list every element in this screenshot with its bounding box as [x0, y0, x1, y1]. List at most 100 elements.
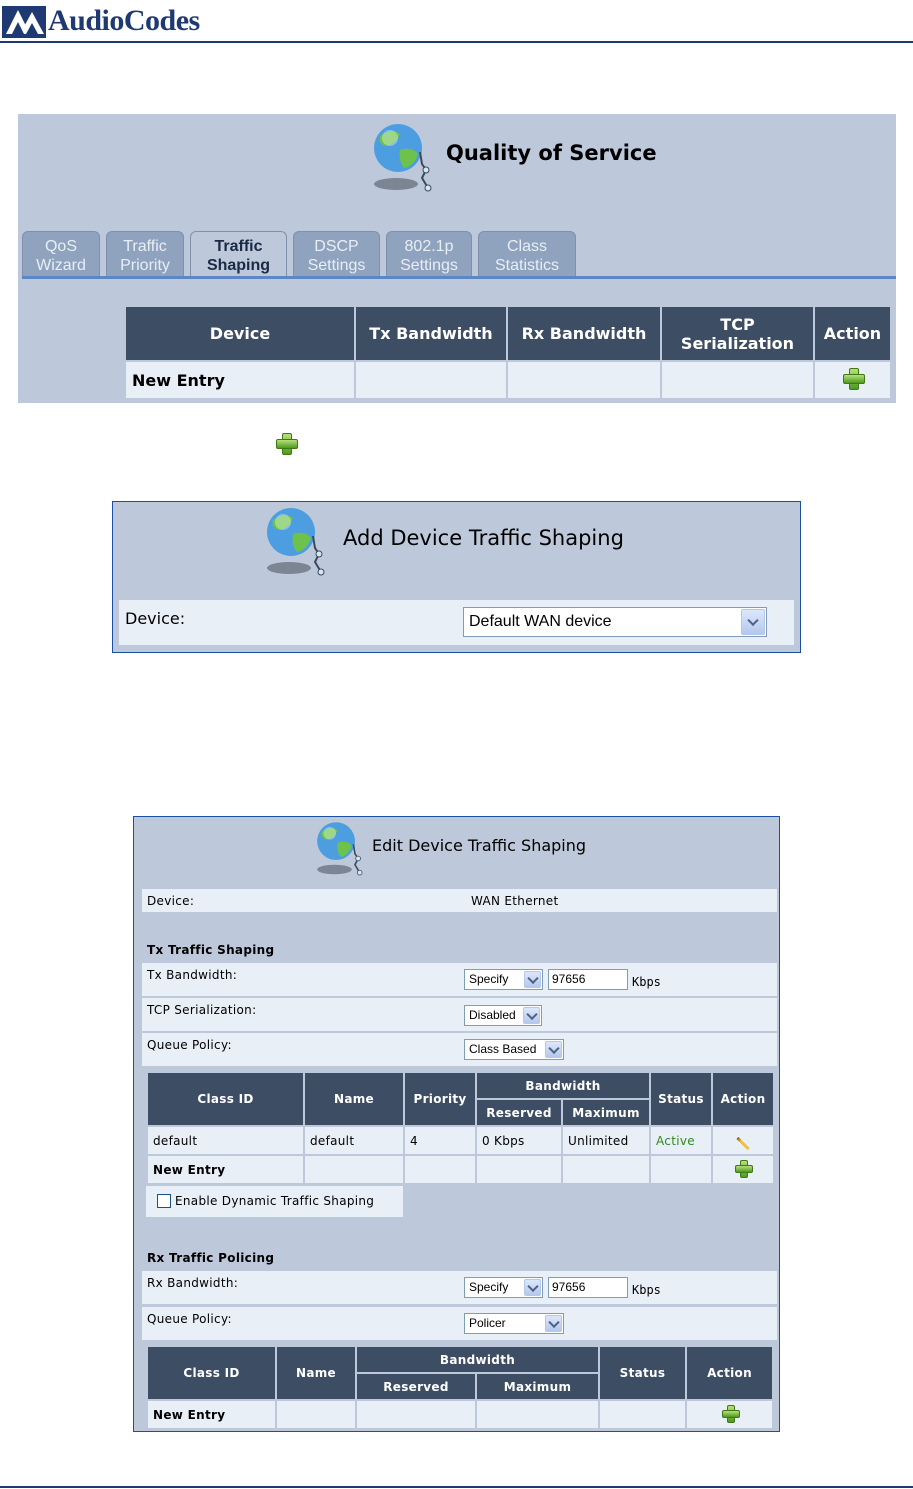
tx-bandwidth-mode-value: Specify [469, 972, 509, 986]
empty-cell [277, 1401, 355, 1428]
col-name: Name [305, 1073, 403, 1125]
tab-qos-wizard[interactable]: QoS Wizard [22, 231, 100, 276]
chevron-down-icon[interactable] [524, 971, 541, 988]
dynamic-shaping-checkbox[interactable] [157, 1194, 171, 1208]
empty-cell [477, 1401, 598, 1428]
rx-bandwidth-mode-value: Specify [469, 1280, 509, 1294]
tx-queue-policy-select[interactable]: Class Based [464, 1039, 564, 1060]
rx-bandwidth-unit: Kbps [632, 1283, 661, 1297]
tab-traffic-shaping[interactable]: Traffic Shaping [190, 231, 287, 276]
tab-label: DSCP [314, 238, 359, 255]
globe-network-icon [267, 508, 325, 576]
rx-bandwidth-input[interactable]: 97656 [548, 1277, 628, 1298]
device-row: Device: Default WAN device [119, 600, 794, 645]
col-tx-bandwidth: Tx Bandwidth [356, 307, 506, 360]
tcp-serialization-select[interactable]: Disabled [464, 1005, 542, 1026]
tab-class-statistics[interactable]: Class Statistics [478, 231, 576, 276]
tab-label: Class [506, 238, 547, 255]
tx-queue-policy-row: Queue Policy: Class Based [142, 1033, 777, 1066]
rx-queue-policy-select[interactable]: Policer [464, 1313, 564, 1334]
tab-label: Settings [400, 257, 458, 274]
col-class-id: Class ID [148, 1073, 303, 1125]
col-device: Device [126, 307, 354, 360]
add-plus-icon[interactable] [842, 367, 865, 390]
tcp-serialization-row: TCP Serialization: Disabled [142, 998, 777, 1031]
action-cell [815, 362, 890, 398]
tab-label: Traffic [214, 238, 263, 255]
tab-label: QoS [44, 238, 77, 255]
priority-cell: 4 [405, 1127, 475, 1154]
tab-traffic-priority[interactable]: Traffic Priority [106, 231, 184, 276]
tab-label: 802.1p [404, 238, 454, 255]
traffic-shaping-table: Device Tx Bandwidth Rx Bandwidth TCP Ser… [124, 305, 892, 400]
col-reserved: Reserved [477, 1100, 561, 1125]
rx-queue-policy-value: Policer [469, 1316, 506, 1330]
tx-bandwidth-input[interactable]: 97656 [548, 969, 628, 990]
add-plus-icon [275, 432, 298, 455]
table-row: New Entry [126, 362, 890, 398]
add-device-panel: Add Device Traffic Shaping Device: Defau… [112, 501, 801, 653]
col-tcp-line2: Serialization [680, 333, 795, 353]
status-cell: Active [651, 1127, 711, 1154]
edit-pencil-icon[interactable] [736, 1136, 750, 1150]
col-rx-bandwidth: Rx Bandwidth [508, 307, 660, 360]
device-label: Device: [125, 609, 186, 628]
maximum-cell: Unlimited [563, 1127, 649, 1154]
rx-section-heading: Rx Traffic Policing [147, 1251, 275, 1265]
add-plus-icon[interactable] [721, 1404, 740, 1423]
table-header-row: Class ID Name Priority Bandwidth Status … [148, 1073, 773, 1125]
empty-cell [508, 362, 660, 398]
new-entry-link[interactable]: New Entry [148, 1156, 303, 1183]
device-select[interactable]: Default WAN device [463, 607, 767, 637]
tab-underline [22, 276, 896, 279]
tab-label: Statistics [494, 257, 559, 274]
chevron-down-icon[interactable] [545, 1315, 562, 1332]
add-panel-title: Add Device Traffic Shaping [343, 526, 624, 550]
footer-divider [0, 1486, 913, 1488]
empty-cell [563, 1156, 649, 1183]
rx-bandwidth-row: Rx Bandwidth: Specify 97656 Kbps [142, 1271, 777, 1304]
tcp-serialization-value: Disabled [469, 1008, 516, 1022]
device-row: Device: WAN Ethernet [142, 889, 777, 912]
tx-bandwidth-mode-select[interactable]: Specify [464, 969, 543, 990]
chevron-down-icon[interactable] [741, 609, 765, 635]
new-entry-link[interactable]: New Entry [148, 1401, 275, 1428]
edit-device-panel: Edit Device Traffic Shaping Device: WAN … [133, 816, 780, 1432]
col-action: Action [713, 1073, 773, 1125]
action-cell [687, 1401, 772, 1428]
chevron-down-icon[interactable] [545, 1041, 562, 1058]
rx-bandwidth-mode-select[interactable]: Specify [464, 1277, 543, 1298]
tab-8021p-settings[interactable]: 802.1p Settings [386, 231, 472, 276]
header-divider [0, 41, 913, 43]
tab-dscp-settings[interactable]: DSCP Settings [293, 231, 380, 276]
chevron-down-icon[interactable] [524, 1279, 541, 1296]
empty-cell [477, 1156, 561, 1183]
add-plus-icon[interactable] [734, 1159, 753, 1178]
device-select-value: Default WAN device [469, 613, 612, 630]
tx-section-heading: Tx Traffic Shaping [147, 943, 275, 957]
new-entry-link[interactable]: New Entry [126, 362, 354, 398]
action-cell [713, 1156, 773, 1183]
tx-bandwidth-unit: Kbps [632, 975, 661, 989]
tab-label: Traffic [123, 238, 167, 255]
tab-label: Priority [120, 257, 170, 274]
dynamic-shaping-row: Enable Dynamic Traffic Shaping [146, 1186, 403, 1217]
tab-label: Wizard [36, 257, 86, 274]
empty-cell [662, 362, 813, 398]
rx-class-table: Class ID Name Bandwidth Status Action Re… [146, 1345, 774, 1430]
tx-queue-policy-label: Queue Policy: [147, 1038, 232, 1052]
col-class-id: Class ID [148, 1347, 275, 1399]
tab-label: Shaping [206, 257, 271, 274]
rx-queue-policy-label: Queue Policy: [147, 1312, 232, 1326]
empty-cell [651, 1156, 711, 1183]
col-tcp-line1: TCP [720, 314, 755, 334]
globe-network-icon [374, 124, 432, 192]
col-action: Action [687, 1347, 772, 1399]
col-action: Action [815, 307, 890, 360]
empty-cell [600, 1401, 685, 1428]
class-id-cell: default [148, 1127, 303, 1154]
col-maximum: Maximum [563, 1100, 649, 1125]
chevron-down-icon[interactable] [523, 1007, 540, 1024]
col-maximum: Maximum [477, 1374, 598, 1399]
brand-name: AudioCodes [48, 4, 200, 37]
